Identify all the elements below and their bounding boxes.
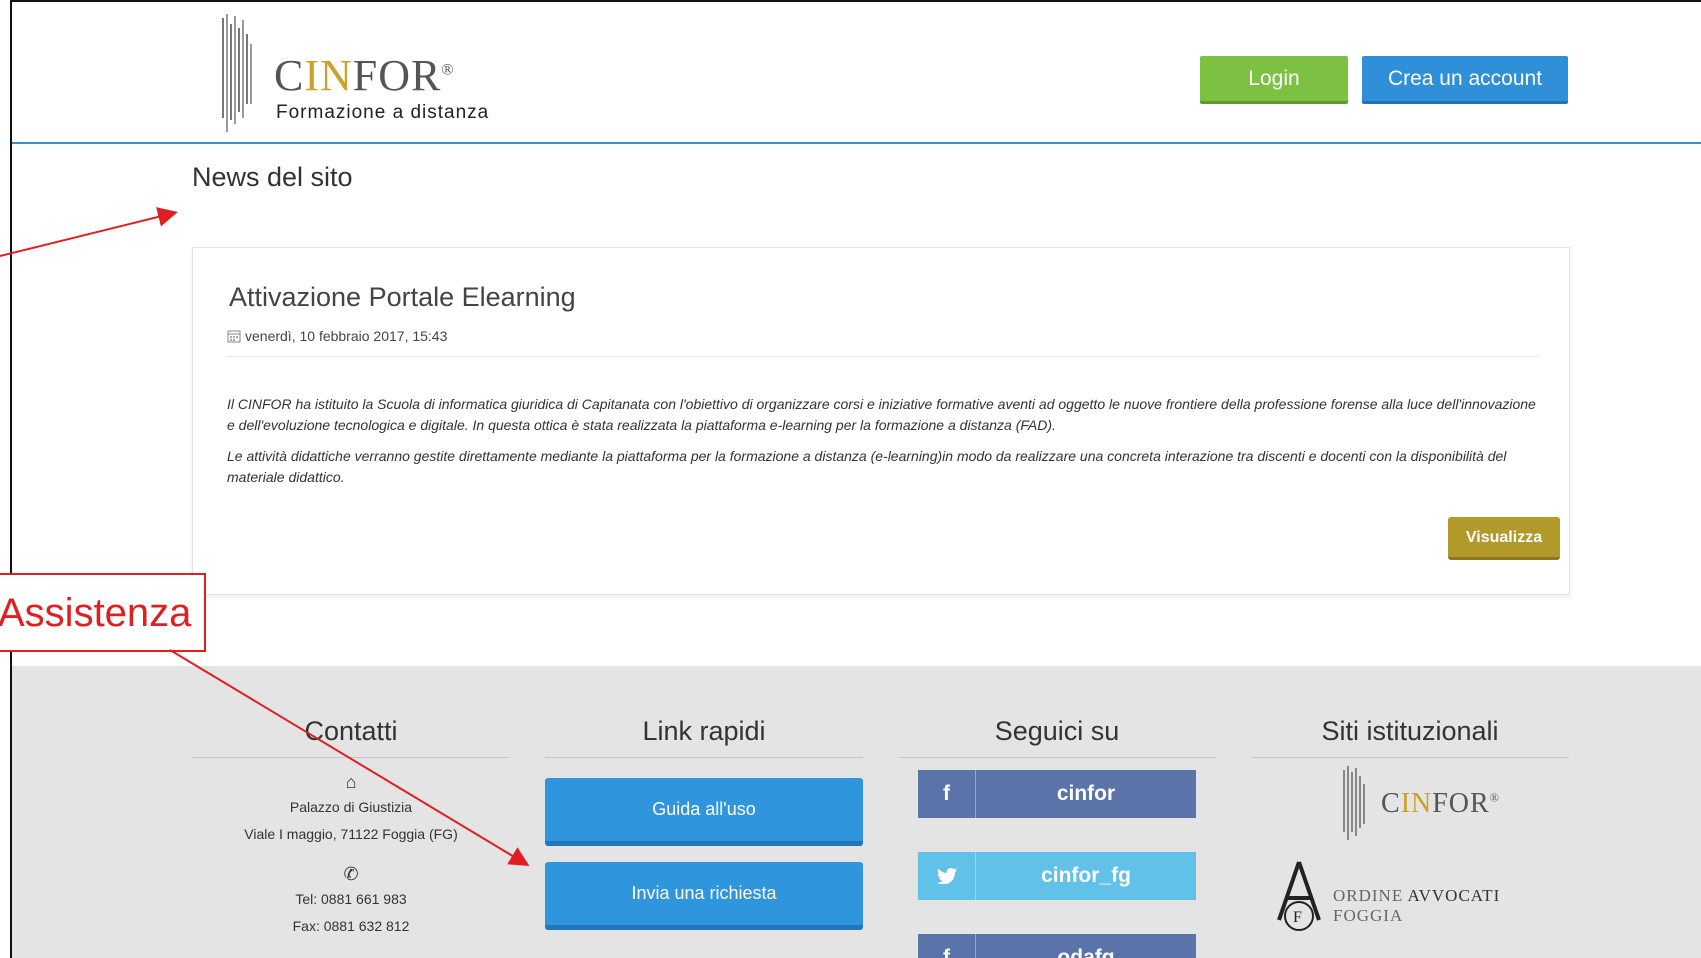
annotation-callout: Assistenza xyxy=(0,573,206,652)
social-link-cinfor-fg[interactable]: cinfor_fg xyxy=(918,852,1196,900)
cinfor-site-link[interactable]: CINFOR® xyxy=(1251,766,1569,846)
ordine-name: ORDINE AVVOCATI FOGGIA xyxy=(1333,886,1501,925)
social-link-cinfor[interactable]: f cinfor xyxy=(918,770,1196,818)
svg-text:F: F xyxy=(1293,909,1302,926)
news-divider xyxy=(227,356,1539,357)
social-label: cinfor xyxy=(1056,782,1116,805)
guide-button[interactable]: Guida all'uso xyxy=(545,778,863,846)
logo-subtitle: Formazione a distanza xyxy=(276,102,490,123)
news-card: Attivazione Portale Elearning venerdì, 1… xyxy=(192,247,1570,595)
login-button[interactable]: Login xyxy=(1200,56,1348,104)
page-title: News del sito xyxy=(192,162,353,192)
twitter-icon xyxy=(918,852,976,900)
cinfor-logo[interactable]: CINFOR® Formazione a distanza xyxy=(212,14,572,132)
annotation-label: Assistenza xyxy=(0,591,192,635)
social-link-odafg[interactable]: f odafg xyxy=(918,934,1196,958)
footer-social: Seguici su f cinfor cinfor_fg f odafg xyxy=(898,716,1216,958)
news-date: venerdì, 10 febbraio 2017, 15:43 xyxy=(227,328,447,344)
logo-dots-icon xyxy=(1343,766,1365,840)
footer-contacts: Contatti ⌂ Palazzo di Giustizia Viale I … xyxy=(192,716,510,940)
logo-dots-icon xyxy=(222,14,252,132)
footer-institutional: Siti istituzionali CINFOR® F ORDINE AVVO… xyxy=(1251,716,1569,940)
calendar-icon xyxy=(227,330,241,343)
news-date-text: venerdì, 10 febbraio 2017, 15:43 xyxy=(245,328,448,344)
ordine-seal-icon: F xyxy=(1277,861,1321,931)
footer-quick-links: Link rapidi Guida all'uso Invia una rich… xyxy=(545,716,863,930)
facebook-icon: f xyxy=(918,934,976,958)
phone-number: Tel: 0881 661 983 xyxy=(295,891,407,907)
site-header: CINFOR® Formazione a distanza Login Crea… xyxy=(12,2,1701,144)
send-request-button[interactable]: Invia una richiesta xyxy=(545,862,863,930)
social-title: Seguici su xyxy=(898,716,1216,758)
view-button[interactable]: Visualizza xyxy=(1448,517,1560,560)
browser-viewport: CINFOR® Formazione a distanza Login Crea… xyxy=(10,0,1701,958)
social-label: cinfor_fg xyxy=(1041,864,1131,887)
ordine-avvocati-link[interactable]: F ORDINE AVVOCATI FOGGIA xyxy=(1251,860,1569,940)
news-paragraph: Il CINFOR ha istituito la Scuola di info… xyxy=(227,396,1536,433)
fax-number: Fax: 0881 632 812 xyxy=(292,918,410,934)
site-footer: Contatti ⌂ Palazzo di Giustizia Viale I … xyxy=(12,666,1701,958)
address-line: Palazzo di Giustizia xyxy=(289,799,413,815)
logo-name: CINFOR® xyxy=(274,51,455,100)
phone-icon: ✆ xyxy=(343,864,359,884)
news-body: Il CINFOR ha istituito la Scuola di info… xyxy=(227,394,1547,498)
contacts-title: Contatti xyxy=(192,716,510,758)
cinfor-site-name: CINFOR® xyxy=(1381,788,1500,819)
facebook-icon: f xyxy=(918,770,976,818)
create-account-button[interactable]: Crea un account xyxy=(1362,56,1568,104)
quick-links-title: Link rapidi xyxy=(545,716,863,758)
home-icon: ⌂ xyxy=(345,772,357,792)
address-line: Viale I maggio, 71122 Foggia (FG) xyxy=(244,826,458,842)
contacts-info: ⌂ Palazzo di Giustizia Viale I maggio, 7… xyxy=(192,770,510,940)
social-label: odafg xyxy=(1057,946,1115,958)
news-paragraph: Le attività didattiche verranno gestite … xyxy=(227,448,1507,485)
institutional-title: Siti istituzionali xyxy=(1251,716,1569,758)
news-title: Attivazione Portale Elearning xyxy=(229,282,576,312)
